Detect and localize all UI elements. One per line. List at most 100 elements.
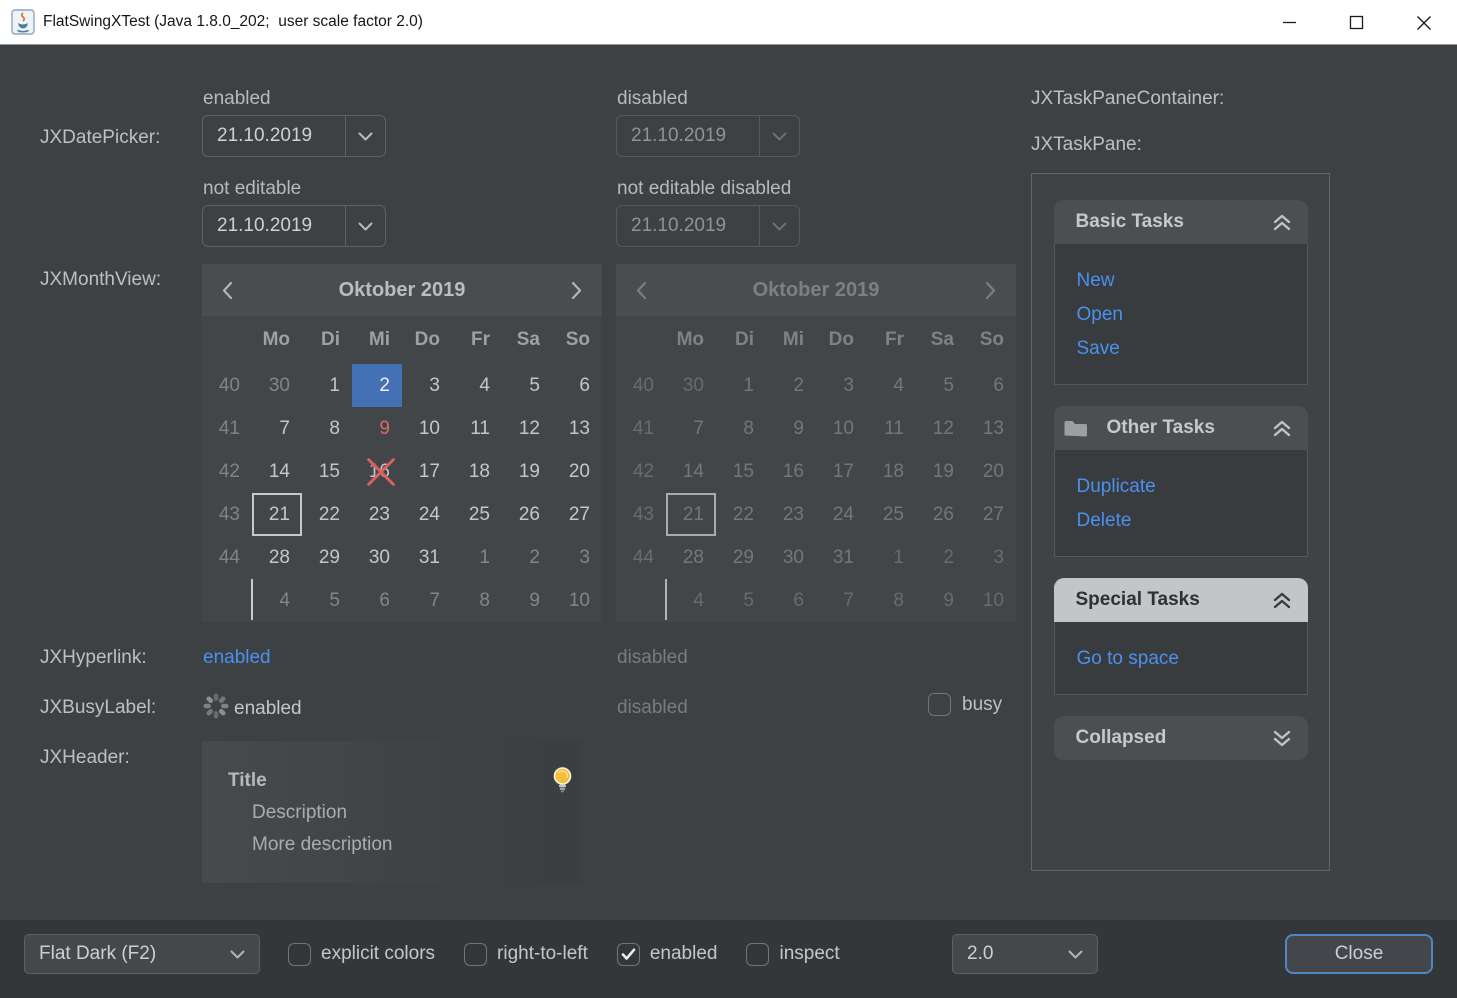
right-to-left-checkbox[interactable] <box>464 943 487 966</box>
maximize-button[interactable] <box>1323 0 1390 45</box>
day-cell[interactable]: 13 <box>552 407 602 450</box>
date-value[interactable]: 21.10.2019 <box>203 206 345 246</box>
titlebar[interactable]: FlatSwingXTest (Java 1.8.0_202; user sca… <box>0 0 1457 45</box>
day-cell[interactable]: 29 <box>302 536 352 579</box>
header-row-label: JXHeader: <box>40 747 130 769</box>
hyperlink-enabled[interactable]: enabled <box>203 647 271 669</box>
date-value: 21.10.2019 <box>617 206 759 246</box>
lightbulb-icon <box>552 766 573 799</box>
day-cell: 8 <box>866 579 916 622</box>
day-cell[interactable]: 12 <box>502 407 552 450</box>
week-number: 44 <box>202 536 252 579</box>
day-cell[interactable]: 7 <box>252 407 302 450</box>
busylabel-disabled: disabled <box>617 697 688 719</box>
day-cell[interactable]: 2 <box>502 536 552 579</box>
inspect-checkbox[interactable] <box>746 943 769 966</box>
minimize-button[interactable] <box>1256 0 1323 45</box>
week-number <box>616 579 666 622</box>
previous-month-icon[interactable] <box>222 281 233 300</box>
weekday-label: Do <box>816 316 866 364</box>
day-cell[interactable]: 1 <box>302 364 352 407</box>
week-number: 40 <box>202 364 252 407</box>
calendar-week-row: 45678910 <box>616 579 1016 622</box>
day-cell[interactable]: 6 <box>552 364 602 407</box>
day-cell[interactable]: 18 <box>452 450 502 493</box>
leading-line <box>251 579 253 620</box>
day-cell[interactable]: 27 <box>552 493 602 536</box>
weekday-label: So <box>966 316 1016 364</box>
day-cell: 13 <box>966 407 1016 450</box>
taskpane-header[interactable]: Special Tasks <box>1054 578 1308 622</box>
day-cell[interactable]: 14 <box>252 450 302 493</box>
day-cell[interactable]: 28 <box>252 536 302 579</box>
taskpane-header[interactable]: Other Tasks <box>1054 406 1308 450</box>
day-cell[interactable]: 25 <box>452 493 502 536</box>
double-chevron-up-icon[interactable] <box>1272 214 1292 231</box>
close-button[interactable]: Close <box>1285 934 1433 974</box>
day-cell[interactable]: 30 <box>352 536 402 579</box>
week-number: 44 <box>616 536 666 579</box>
day-cell[interactable]: 23 <box>352 493 402 536</box>
monthview-enabled[interactable]: Oktober 2019MoDiMiDoFrSaSo40301234564178… <box>202 264 602 622</box>
day-cell[interactable]: 4 <box>252 579 302 622</box>
taskpane-header[interactable]: Basic Tasks <box>1054 200 1308 244</box>
day-cell[interactable]: 20 <box>552 450 602 493</box>
task-link[interactable]: Duplicate <box>1077 470 1307 504</box>
day-cell[interactable]: 9 <box>502 579 552 622</box>
double-chevron-up-icon[interactable] <box>1272 420 1292 437</box>
datepicker-enabled[interactable]: 21.10.2019 <box>202 115 386 157</box>
day-cell[interactable]: 1 <box>452 536 502 579</box>
day-cell[interactable]: 21 <box>252 493 302 536</box>
day-cell[interactable]: 10 <box>402 407 452 450</box>
close-window-button[interactable] <box>1390 0 1457 45</box>
day-cell[interactable]: 11 <box>452 407 502 450</box>
day-cell[interactable]: 4 <box>452 364 502 407</box>
day-cell[interactable]: 6 <box>352 579 402 622</box>
day-cell[interactable]: 16 <box>352 450 402 493</box>
day-cell[interactable]: 24 <box>402 493 452 536</box>
day-cell[interactable]: 22 <box>302 493 352 536</box>
double-chevron-up-icon[interactable] <box>1272 592 1292 609</box>
task-link[interactable]: New <box>1077 264 1307 298</box>
next-month-icon[interactable] <box>571 281 582 300</box>
chevron-down-icon[interactable] <box>345 116 385 156</box>
scale-combobox[interactable]: 2.0 <box>952 934 1098 974</box>
chevron-down-icon[interactable] <box>345 206 385 246</box>
day-cell[interactable]: 9 <box>352 407 402 450</box>
theme-combobox[interactable]: Flat Dark (F2) <box>24 934 260 974</box>
datepicker-not-editable[interactable]: 21.10.2019 <box>202 205 386 247</box>
calendar-week-row: 4321222324252627 <box>616 493 1016 536</box>
day-cell[interactable]: 8 <box>302 407 352 450</box>
day-cell[interactable]: 17 <box>402 450 452 493</box>
day-cell[interactable]: 2 <box>352 364 402 407</box>
day-cell[interactable]: 7 <box>402 579 452 622</box>
task-link[interactable]: Delete <box>1077 504 1307 538</box>
calendar-header: Oktober 2019 <box>202 264 602 316</box>
taskpane-special-tasks: Special Tasks Go to space <box>1054 578 1308 695</box>
busy-checkbox[interactable] <box>928 693 951 716</box>
day-cell[interactable]: 5 <box>302 579 352 622</box>
day-cell[interactable]: 3 <box>402 364 452 407</box>
day-cell[interactable]: 8 <box>452 579 502 622</box>
day-cell[interactable]: 31 <box>402 536 452 579</box>
day-cell[interactable]: 30 <box>252 364 302 407</box>
task-link[interactable]: Open <box>1077 298 1307 332</box>
task-link[interactable]: Go to space <box>1077 642 1307 676</box>
date-value[interactable]: 21.10.2019 <box>203 116 345 156</box>
enabled-checkbox[interactable] <box>617 943 640 966</box>
day-cell[interactable]: 19 <box>502 450 552 493</box>
double-chevron-down-icon[interactable] <box>1272 730 1292 747</box>
explicit-colors-checkbox[interactable] <box>288 943 311 966</box>
calendar-month-title: Oktober 2019 <box>647 279 985 302</box>
calendar-week-row: 4428293031123 <box>616 536 1016 579</box>
day-cell[interactable]: 15 <box>302 450 352 493</box>
task-link[interactable]: Save <box>1077 332 1307 366</box>
day-cell[interactable]: 26 <box>502 493 552 536</box>
day-cell[interactable]: 5 <box>502 364 552 407</box>
day-cell[interactable]: 10 <box>552 579 602 622</box>
day-cell: 24 <box>816 493 866 536</box>
day-cell[interactable]: 3 <box>552 536 602 579</box>
taskpane-collapsed: Collapsed <box>1054 716 1308 760</box>
calendar-week-row: 4214151617181920 <box>616 450 1016 493</box>
taskpane-header[interactable]: Collapsed <box>1054 716 1308 760</box>
